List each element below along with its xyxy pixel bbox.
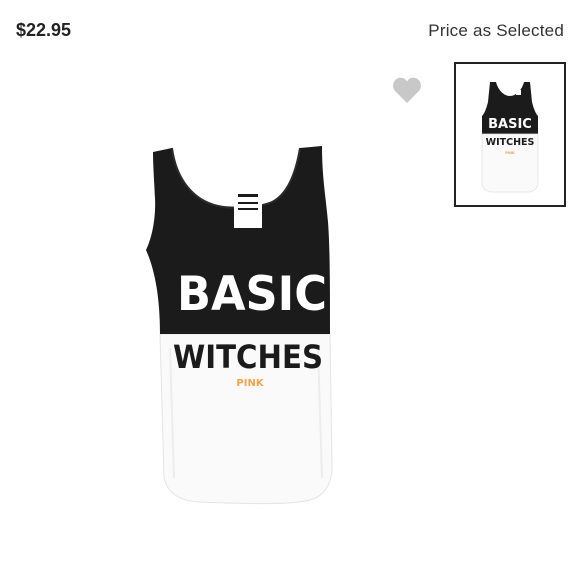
price-note: Price as Selected [428, 21, 564, 40]
tank-graphic-brand: PINK [236, 378, 264, 389]
product-main-image: BASIC WITCHES PINK [146, 146, 333, 505]
tank-graphic-line1: BASIC [177, 267, 327, 322]
thumb-graphic-brand: PINK [505, 151, 515, 155]
product-thumbnail[interactable]: BASIC WITCHES PINK [454, 62, 566, 207]
tank-graphic-line2: WITCHES [173, 338, 323, 376]
thumb-graphic-line1: BASIC [488, 117, 532, 132]
thumbnail-image: BASIC WITCHES PINK [481, 82, 539, 193]
product-page: $22.95 Price as Selected BASIC WITCHES P… [0, 0, 580, 580]
thumb-graphic-line2: WITCHES [486, 137, 535, 148]
product-price: $22.95 [16, 20, 72, 40]
heart-icon[interactable] [392, 76, 422, 104]
